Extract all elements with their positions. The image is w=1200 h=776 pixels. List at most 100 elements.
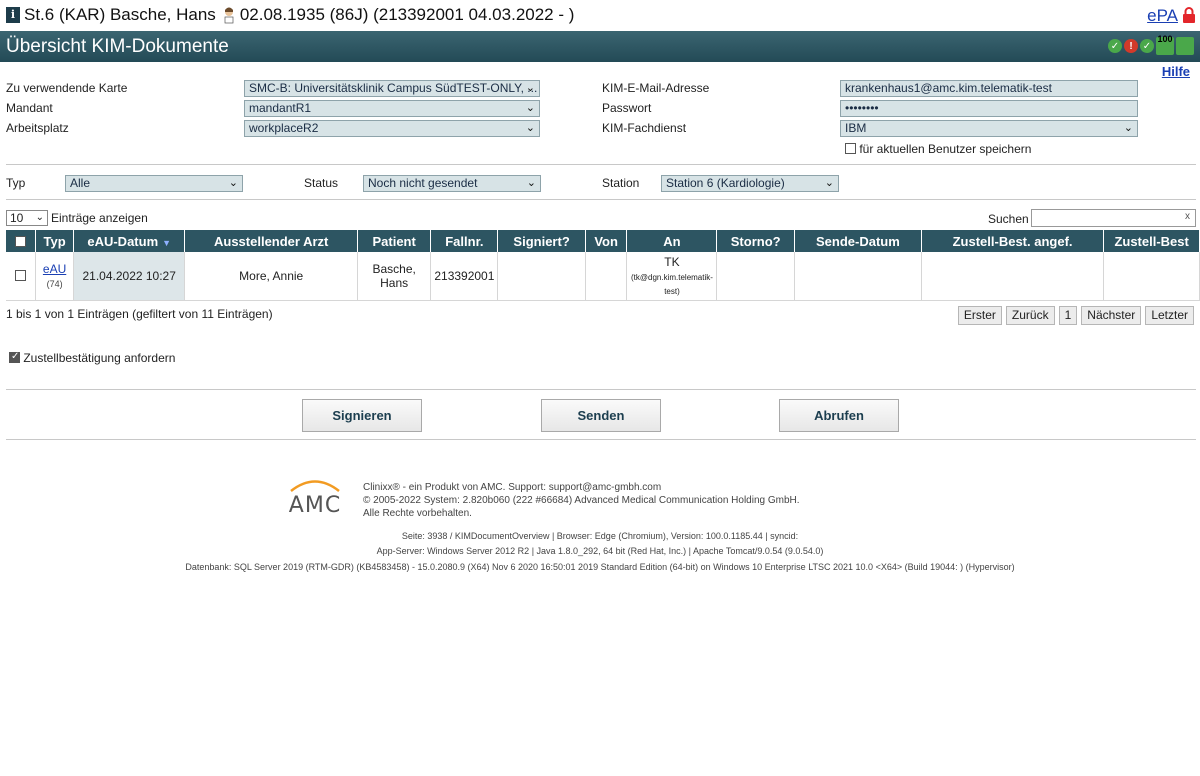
arzt-cell: More, Annie [184,252,358,301]
chevron-down-icon: ⌄ [35,212,44,223]
divider [6,164,1196,165]
check-circle-icon[interactable]: ✓ [1108,39,1122,53]
typ-select-value: Alle [70,176,91,190]
column-header-zustell-angef[interactable]: Zustell-Best. angef. [921,230,1105,252]
signiert-cell [497,252,586,301]
zustell-angef-cell [921,252,1105,301]
search-label: Suchen [988,212,1029,226]
save-user-checkbox[interactable] [845,143,856,154]
pager-page-button[interactable]: 1 [1058,306,1078,325]
select-all-checkbox[interactable] [15,235,27,247]
status-label: Status [304,176,339,190]
patient-header: i St.6 (KAR) Basche, Hans 02.08.1935 (86… [0,0,1200,30]
an-cell: TK (tk@dgn.kim.telematik-test) [626,252,718,301]
documents-table: Typ eAU-Datum ▼ Ausstellender Arzt Patien… [6,230,1200,301]
storno-cell [716,252,795,301]
help-link[interactable]: Hilfe [1162,64,1190,79]
column-header-an[interactable]: An [626,230,718,252]
pager-first-button[interactable]: Erster [957,306,1002,325]
footer-sys2: App-Server: Windows Server 2012 R2 | Jav… [376,546,824,556]
typ-link[interactable]: eAU [43,262,66,276]
chevron-down-icon: ⌄ [228,177,238,189]
sort-desc-icon: ▼ [162,237,172,248]
table-info: 1 bis 1 von 1 Einträgen (gefiltert von 1… [6,307,273,321]
pager-next-button[interactable]: Nächster [1081,306,1142,325]
mandant-select[interactable]: mandantR1 ⌄ [244,100,540,117]
chevron-down-icon: ⌄ [525,82,535,94]
clear-search-icon[interactable]: x [1185,211,1190,222]
station-select-value: Station 6 (Kardiologie) [666,176,785,190]
email-field[interactable]: krankenhaus1@amc.kim.telematik-test [840,80,1138,97]
card-icon[interactable] [1176,37,1194,55]
column-header-storno[interactable]: Storno? [716,230,795,252]
status-icons: ✓ ! ✓ 100 [1108,34,1194,55]
status-select[interactable]: Noch nicht gesendet ⌄ [363,175,541,192]
fachdienst-select-value: IBM [845,121,867,135]
epa-link[interactable]: ePA [1147,6,1178,26]
pagination: Erster Zurück 1 Nächster Letzter [957,306,1194,325]
status-select-value: Noch nicht gesendet [368,176,478,190]
amc-logo-arc [290,480,340,492]
arbeitsplatz-label: Arbeitsplatz [6,121,69,135]
arbeitsplatz-select[interactable]: workplaceR2 ⌄ [244,120,540,137]
info-icon[interactable]: i [6,7,20,23]
table-row[interactable]: eAU (74) 21.04.2022 10:27 More, Annie Ba… [6,252,1200,301]
fallnr-cell: 213392001 [430,252,499,301]
search-input[interactable]: x [1031,209,1196,227]
column-header-patient[interactable]: Patient [357,230,432,252]
footer-line2: © 2005-2022 System: 2.820b060 (222 #6668… [363,495,800,506]
row-checkbox[interactable] [15,269,27,281]
station-select[interactable]: Station 6 (Kardiologie) ⌄ [661,175,839,192]
page-title: Übersicht KIM-Dokumente [6,36,229,57]
column-header-signiert[interactable]: Signiert? [497,230,586,252]
send-button[interactable]: Senden [541,399,661,432]
password-field[interactable]: •••••••• [840,100,1138,117]
column-header-eau-datum[interactable]: eAU-Datum ▼ [73,230,186,252]
chevron-down-icon: ⌄ [525,102,535,114]
karte-select[interactable]: SMC-B: Universitätsklinik Campus SüdTEST… [244,80,540,97]
column-header-fallnr[interactable]: Fallnr. [430,230,499,252]
typ-label: Typ [6,176,26,190]
lock-icon[interactable] [1182,7,1196,23]
von-cell [585,252,628,301]
sign-button[interactable]: Signieren [302,399,422,432]
an-name: TK [664,254,680,269]
pager-last-button[interactable]: Letzter [1145,306,1194,325]
patient-header-name: St.6 (KAR) Basche, Hans [24,5,216,24]
chevron-down-icon: ⌄ [824,177,834,189]
fetch-button[interactable]: Abrufen [779,399,899,432]
amc-logo: AMC [287,478,343,522]
arbeitsplatz-select-value: workplaceR2 [249,121,319,135]
row-select-cell[interactable] [6,252,37,301]
footer-sys1: Seite: 3938 / KIMDocumentOverview | Brow… [401,531,799,541]
typ-select[interactable]: Alle ⌄ [65,175,243,192]
check-circle-icon[interactable]: ✓ [1140,39,1154,53]
column-header-von[interactable]: Von [585,230,628,252]
patient-header-details: 02.08.1935 (86J) (213392001 04.03.2022 -… [239,5,575,24]
typ-cell: eAU (74) [35,252,74,301]
column-header-zustell-best[interactable]: Zustell-Best [1103,230,1200,252]
divider [6,199,1196,200]
column-header-eau-datum-label: eAU-Datum [87,233,159,249]
fachdienst-label: KIM-Fachdienst [602,121,687,135]
save-user-label: für aktuellen Benutzer speichern [859,142,1032,156]
column-header-typ[interactable]: Typ [35,230,74,252]
footer-sys3: Datenbank: SQL Server 2019 (RTM-GDR) (KB… [185,562,1015,572]
select-all-header[interactable] [6,230,37,252]
page-size-select[interactable]: 10 ⌄ [6,210,48,226]
zustell-label: Zustellbestätigung anfordern [23,351,176,365]
chevron-down-icon: ⌄ [526,177,536,189]
column-header-sende-datum[interactable]: Sende-Datum [794,230,922,252]
column-header-arzt[interactable]: Ausstellender Arzt [184,230,358,252]
error-circle-icon[interactable]: ! [1124,39,1138,53]
fachdienst-select[interactable]: IBM ⌄ [840,120,1138,137]
card-reader-100-icon[interactable]: 100 [1156,34,1174,55]
typ-count: (74) [46,278,63,289]
amc-logo-text: AMC [288,493,342,518]
eau-datum-cell: 21.04.2022 10:27 [73,252,186,301]
table-header-row: Typ eAU-Datum ▼ Ausstellender Arzt Patien… [6,230,1200,252]
page-size-suffix: Einträge anzeigen [51,211,148,225]
mandant-select-value: mandantR1 [249,101,312,115]
pager-prev-button[interactable]: Zurück [1005,306,1055,325]
zustell-checkbox[interactable] [9,351,20,363]
